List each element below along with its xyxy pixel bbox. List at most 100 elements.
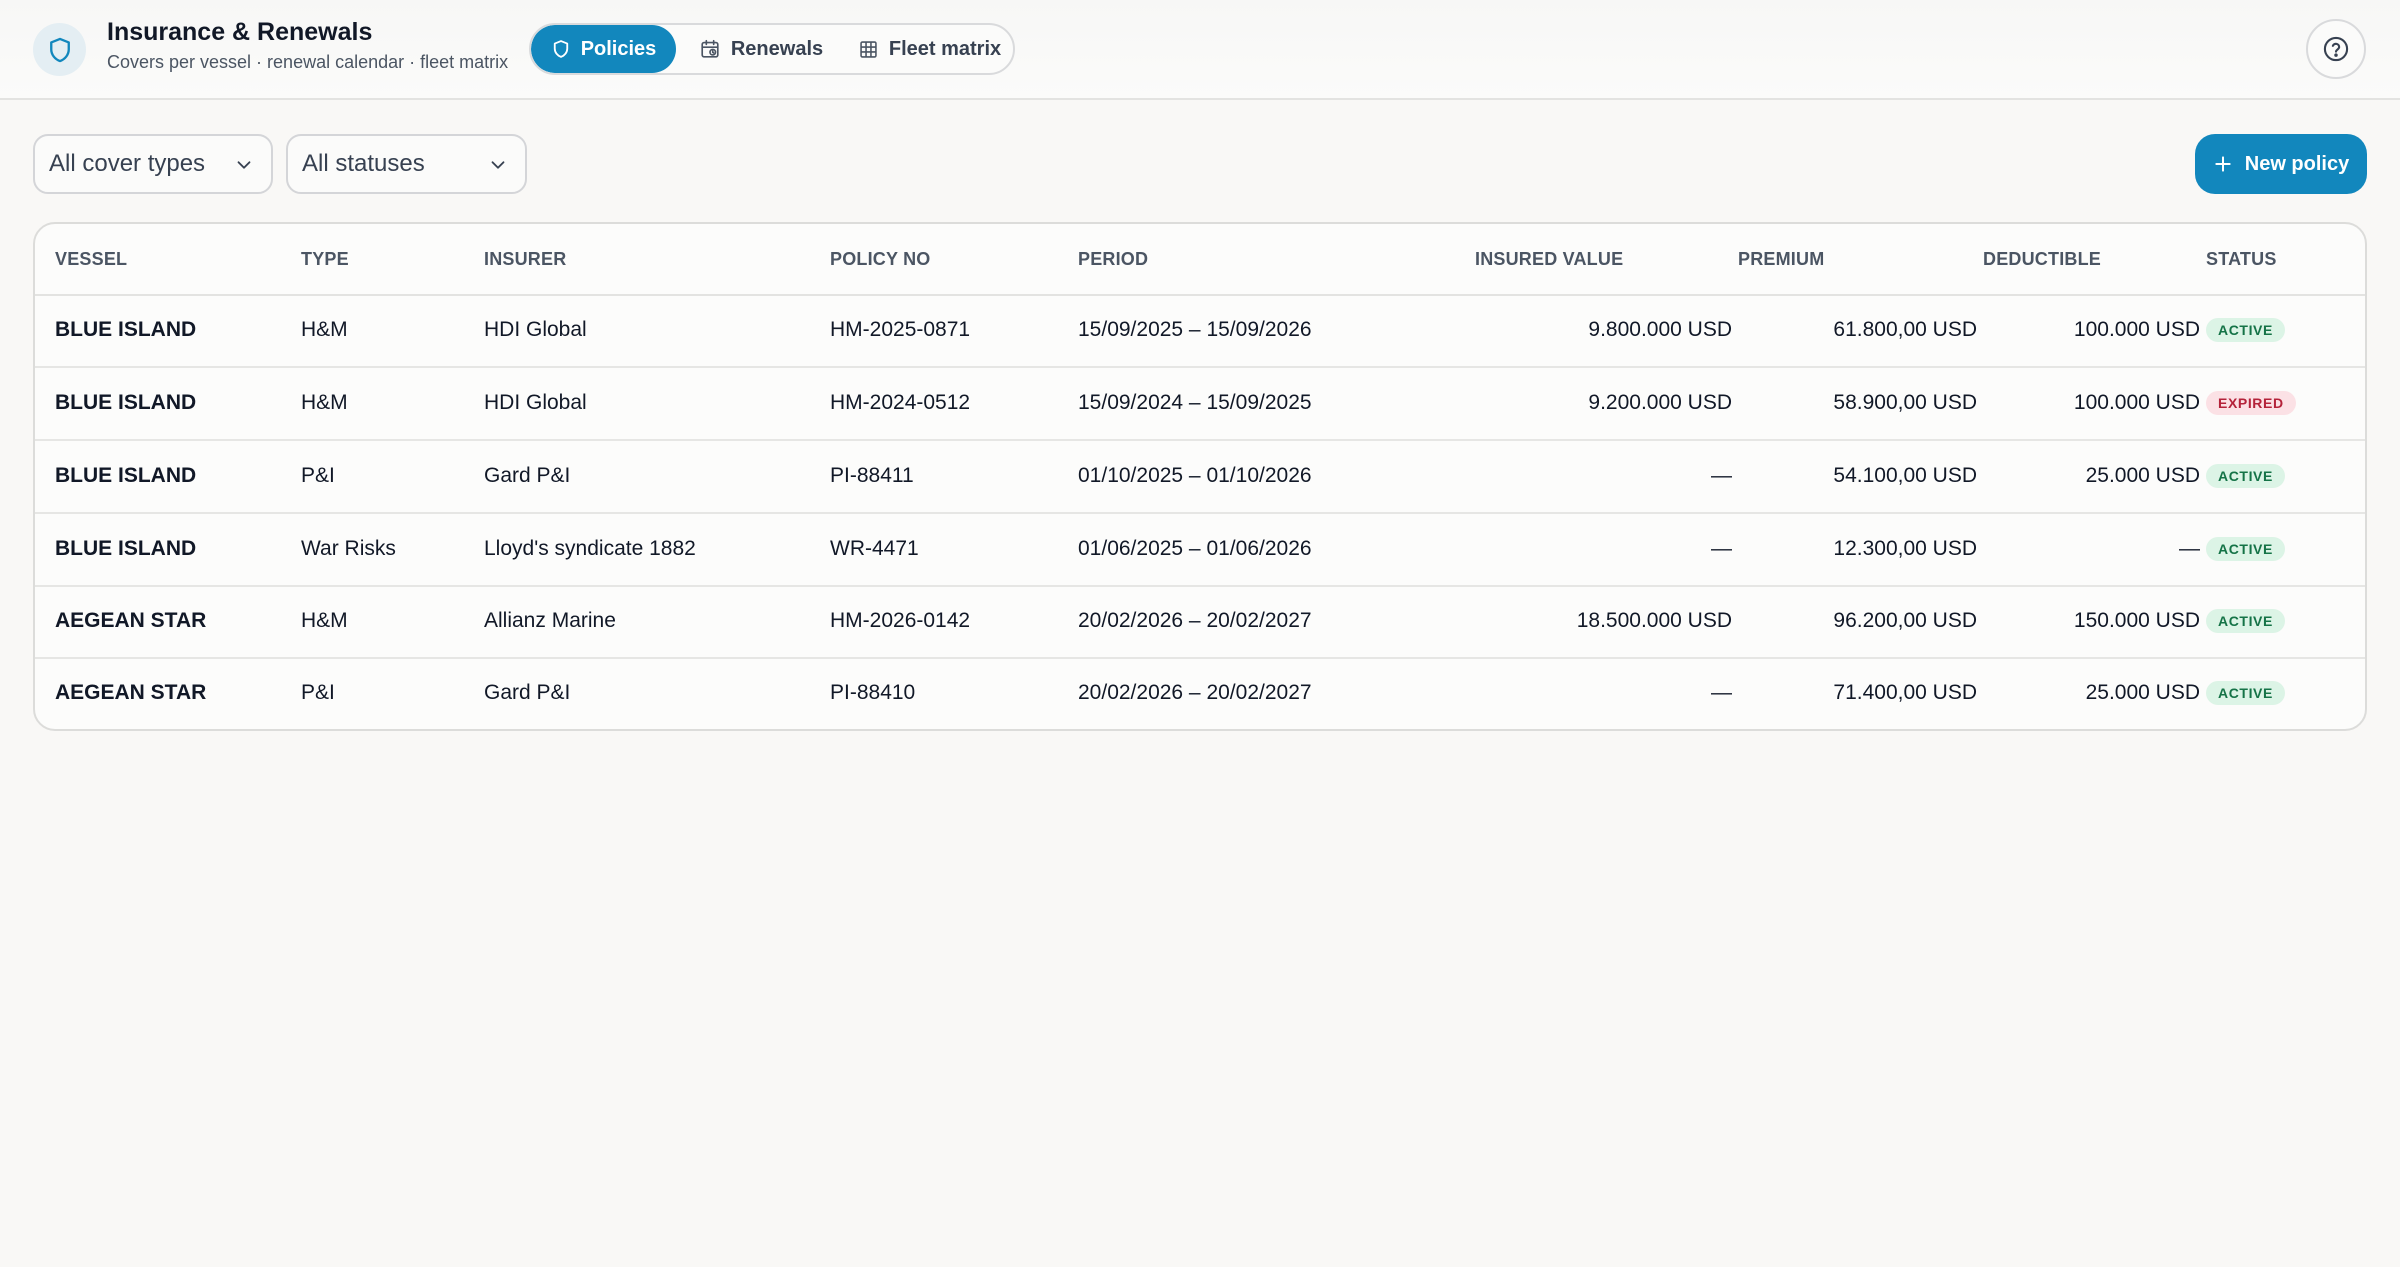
- table-row[interactable]: AEGEAN STAR H&M Allianz Marine HM-2026-0142…: [35, 585, 2365, 659]
- column-header-period[interactable]: PERIOD: [1078, 224, 1148, 294]
- new-policy-label: New policy: [2244, 152, 2350, 175]
- cell-insurer: Gard P&I: [484, 681, 571, 704]
- cell-insurer: Allianz Marine: [484, 609, 616, 632]
- cell-policy-no: WR-4471: [830, 536, 919, 560]
- column-header-insurer[interactable]: INSURER: [484, 224, 566, 294]
- cell-premium: 58.900,00 USD: [1833, 390, 1977, 414]
- status-badge: ACTIVE: [2206, 536, 2285, 561]
- column-header-status[interactable]: STATUS: [2206, 224, 2277, 294]
- status-badge: ACTIVE: [2206, 609, 2285, 633]
- cell-type: War Risks: [301, 536, 396, 560]
- column-header-premium[interactable]: PREMIUM: [1738, 224, 1824, 294]
- cell-policy-no: HM-2024-0512: [830, 390, 971, 414]
- cell-policy-no: PI-88410: [830, 681, 916, 704]
- column-header-type[interactable]: TYPE: [301, 224, 349, 294]
- cell-type: H&M: [301, 609, 348, 632]
- grid-icon: [860, 40, 877, 58]
- table-header: VESSEL TYPE INSURER POLICY NO PERIOD INS…: [35, 224, 2365, 296]
- status-badge: ACTIVE: [2206, 463, 2285, 488]
- cell-policy-no: HM-2025-0871: [830, 318, 971, 341]
- cell-period: 15/09/2024 – 15/09/2025: [1078, 390, 1312, 414]
- status-select[interactable]: All statuses: [286, 134, 527, 194]
- plus-icon: [2215, 156, 2231, 172]
- cell-vessel: BLUE ISLAND: [55, 536, 197, 560]
- cell-insurer: HDI Global: [484, 390, 587, 414]
- cell-deductible: 100.000 USD: [2073, 390, 2200, 414]
- cell-deductible: 25.000 USD: [2085, 463, 2200, 487]
- tab-policies[interactable]: Policies: [531, 25, 676, 73]
- page-title: Insurance & Renewals: [107, 18, 373, 46]
- cell-deductible: 25.000 USD: [2085, 681, 2200, 704]
- tab-policies-label: Policies: [580, 37, 657, 60]
- cell-vessel: BLUE ISLAND: [55, 463, 197, 487]
- cell-policy-no: HM-2026-0142: [830, 609, 971, 632]
- cover-type-select-value: All cover types: [49, 150, 206, 177]
- cell-period: 20/02/2026 – 20/02/2027: [1078, 609, 1312, 632]
- cell-insurer: Lloyd's syndicate 1882: [484, 536, 696, 560]
- cell-period: 15/09/2025 – 15/09/2026: [1078, 318, 1312, 341]
- cell-type: P&I: [301, 681, 335, 704]
- table-row[interactable]: BLUE ISLAND P&I Gard P&I PI-88411 01/10/2025…: [35, 439, 2365, 514]
- shield-icon: [553, 40, 568, 58]
- table-row[interactable]: BLUE ISLAND H&M HDI Global HM-2024-0512 15/0…: [35, 366, 2365, 441]
- cell-premium: 96.200,00 USD: [1833, 609, 1977, 632]
- table-row[interactable]: BLUE ISLAND War Risks Lloyd's syndicate 18…: [35, 512, 2365, 587]
- view-tabs: Policies Renewals Fleet matrix: [529, 23, 1015, 75]
- cover-type-select[interactable]: All cover types: [33, 134, 273, 194]
- cell-type: H&M: [301, 318, 348, 341]
- cell-insured-value: —: [1711, 681, 1732, 704]
- tab-fleet-matrix[interactable]: Fleet matrix: [846, 25, 1013, 73]
- cell-insured-value: 9.800.000 USD: [1588, 318, 1732, 341]
- cell-period: 01/06/2025 – 01/06/2026: [1078, 536, 1312, 560]
- cell-premium: 12.300,00 USD: [1833, 536, 1977, 560]
- cell-vessel: BLUE ISLAND: [55, 390, 197, 414]
- cell-period: 20/02/2026 – 20/02/2027: [1078, 681, 1312, 704]
- status-select-value: All statuses: [302, 150, 425, 177]
- cell-status: ACTIVE: [2206, 512, 2285, 585]
- table-row[interactable]: BLUE ISLAND H&M HDI Global HM-2025-0871 15/0…: [35, 294, 2365, 368]
- help-button[interactable]: [2306, 19, 2366, 79]
- table-row[interactable]: AEGEAN STAR P&I Gard P&I PI-88410 20/02/2026…: [35, 657, 2365, 729]
- cell-insured-value: —: [1711, 463, 1732, 487]
- column-header-deductible[interactable]: DEDUCTIBLE: [1983, 224, 2101, 294]
- cell-insurer: HDI Global: [484, 318, 587, 341]
- policies-table: VESSEL TYPE INSURER POLICY NO PERIOD INS…: [33, 222, 2367, 731]
- cell-vessel: AEGEAN STAR: [55, 609, 207, 632]
- column-header-vessel[interactable]: VESSEL: [55, 224, 127, 294]
- column-header-policy-no[interactable]: POLICY NO: [830, 224, 930, 294]
- cell-deductible: —: [2179, 536, 2200, 560]
- cell-status: EXPIRED: [2206, 366, 2296, 439]
- cell-type: P&I: [301, 463, 335, 487]
- cell-premium: 54.100,00 USD: [1833, 463, 1977, 487]
- page-subtitle: Covers per vessel · renewal calendar · f…: [107, 52, 509, 72]
- status-badge: EXPIRED: [2206, 390, 2296, 415]
- cell-insured-value: 18.500.000 USD: [1576, 609, 1732, 632]
- cell-status: ACTIVE: [2206, 585, 2285, 657]
- cell-status: ACTIVE: [2206, 657, 2285, 729]
- status-badge: ACTIVE: [2206, 318, 2285, 342]
- cell-status: ACTIVE: [2206, 294, 2285, 366]
- cell-deductible: 100.000 USD: [2073, 318, 2200, 341]
- cell-status: ACTIVE: [2206, 439, 2285, 512]
- cell-vessel: AEGEAN STAR: [55, 681, 207, 704]
- chevron-down-icon: [491, 161, 505, 169]
- calendar-icon: [701, 39, 719, 58]
- cell-insured-value: 9.200.000 USD: [1588, 390, 1732, 414]
- chevron-down-icon: [237, 161, 251, 169]
- shield-icon: [33, 23, 86, 76]
- cell-insured-value: —: [1711, 536, 1732, 560]
- cell-deductible: 150.000 USD: [2073, 609, 2200, 632]
- app-header: Insurance & Renewals Covers per vessel ·…: [0, 0, 2400, 100]
- cell-premium: 71.400,00 USD: [1833, 681, 1977, 704]
- cell-insurer: Gard P&I: [484, 463, 571, 487]
- tab-fleet-matrix-label: Fleet matrix: [888, 37, 1002, 60]
- cell-vessel: BLUE ISLAND: [55, 318, 197, 341]
- new-policy-button[interactable]: New policy: [2195, 134, 2367, 194]
- cell-premium: 61.800,00 USD: [1833, 318, 1977, 341]
- tab-renewals-label: Renewals: [730, 37, 824, 60]
- cell-period: 01/10/2025 – 01/10/2026: [1078, 463, 1312, 487]
- tab-renewals[interactable]: Renewals: [676, 25, 846, 73]
- help-circle-icon: [2323, 36, 2349, 62]
- column-header-insured-value[interactable]: INSURED VALUE: [1475, 224, 1623, 294]
- status-badge: ACTIVE: [2206, 681, 2285, 705]
